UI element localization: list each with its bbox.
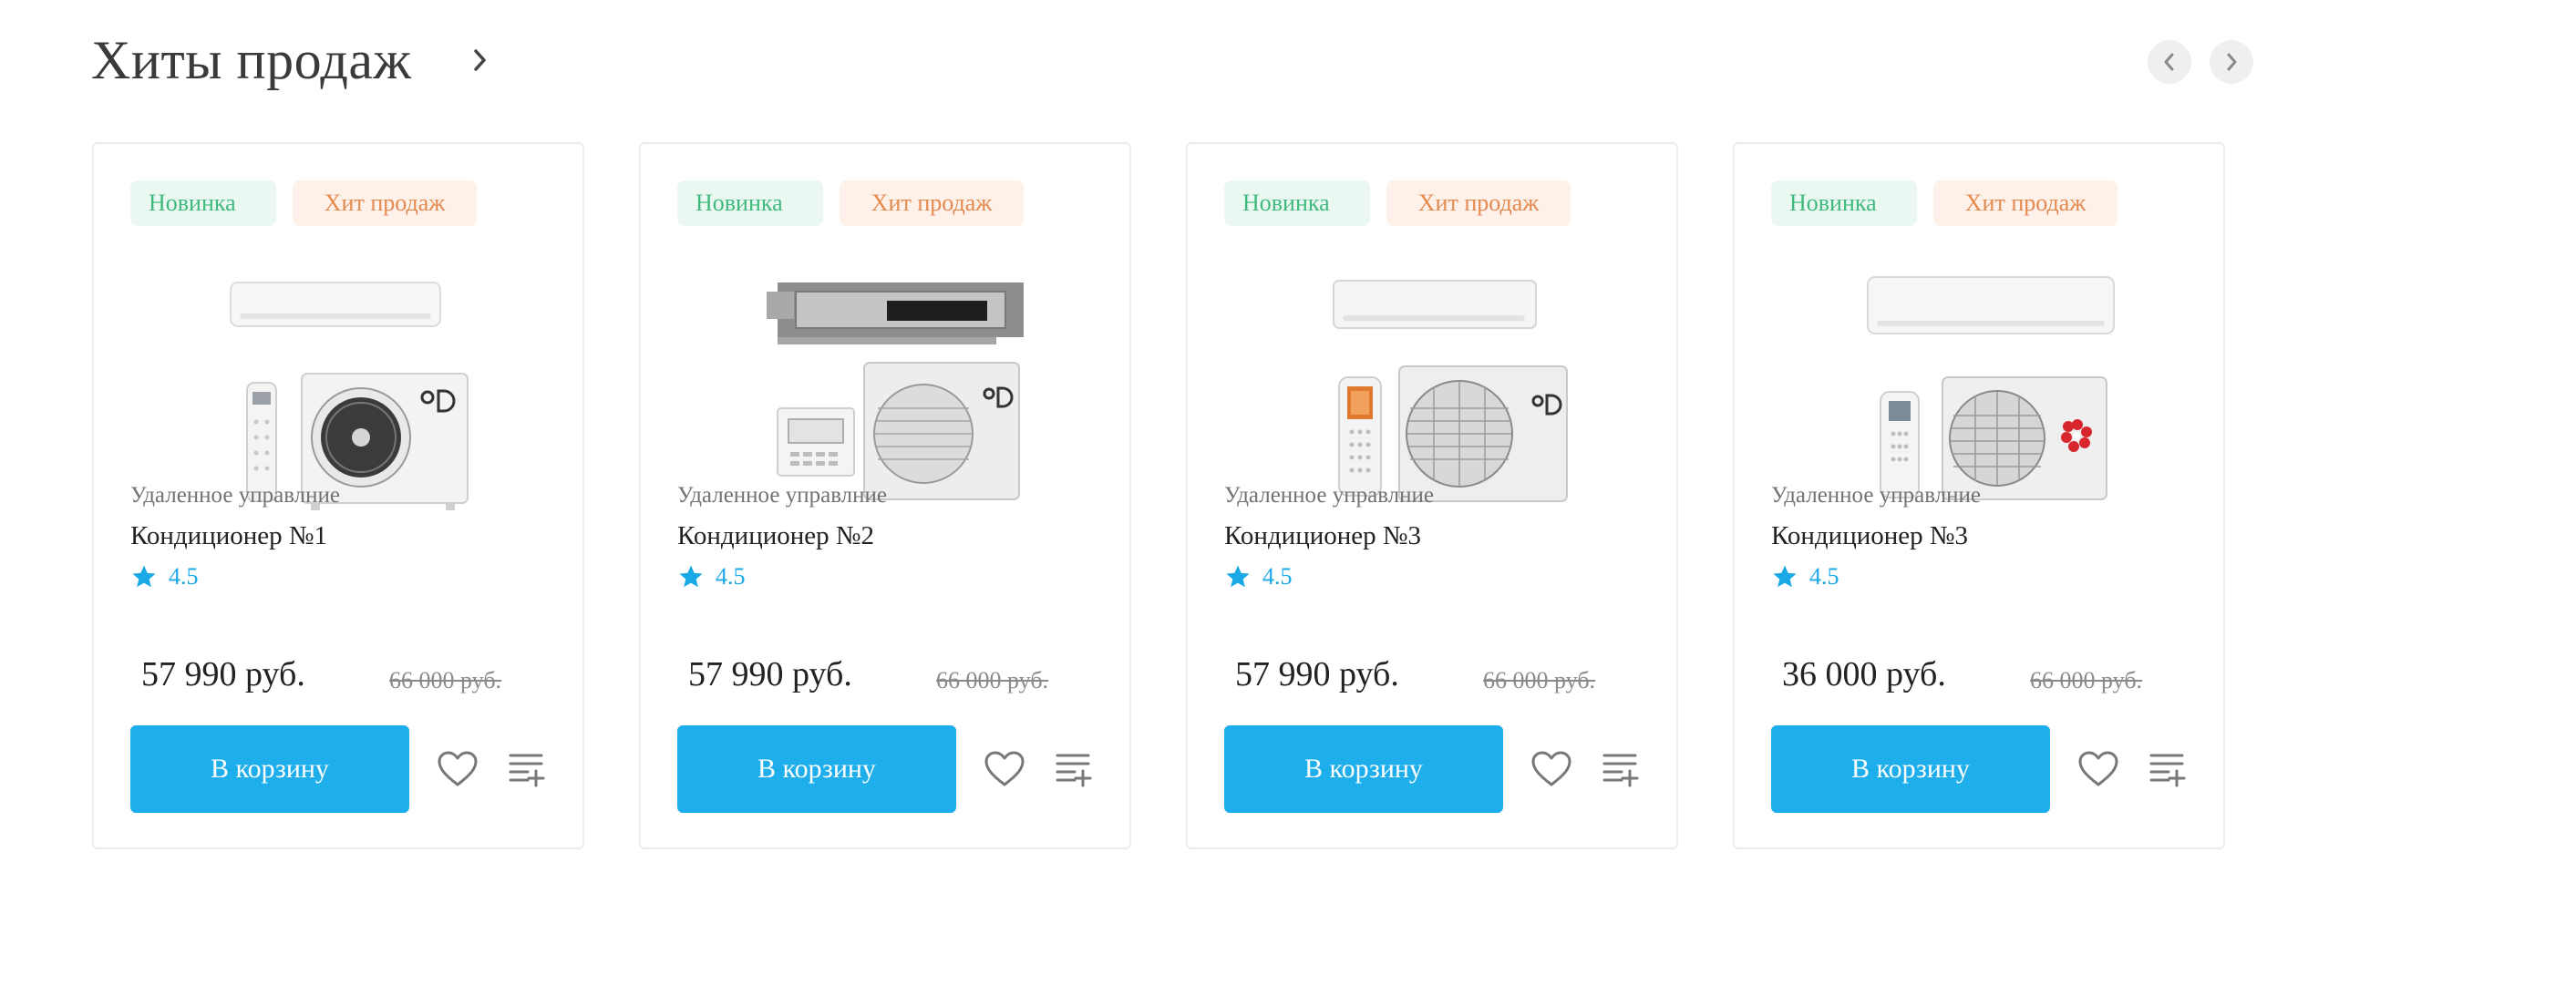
star-icon: [1773, 565, 1797, 588]
add-to-cart-button[interactable]: В корзину: [130, 725, 409, 813]
product-old-price: 66 000 руб.: [936, 667, 1049, 693]
heart-icon[interactable]: [982, 746, 1027, 792]
product-card[interactable]: Новинка Хит продаж Удаленное управлние К…: [1733, 142, 2225, 849]
badge-new: Новинка: [1771, 180, 1917, 226]
heart-icon[interactable]: [1529, 746, 1574, 792]
badge-new: Новинка: [677, 180, 823, 226]
star-icon: [1226, 565, 1250, 588]
price-row: 36 000 руб. 66 000 руб.: [1780, 654, 2181, 700]
product-price: 57 990 руб.: [1235, 655, 1399, 693]
badge-hit: Хит продаж: [840, 180, 1024, 226]
price-row: 57 990 руб. 66 000 руб.: [139, 654, 541, 700]
product-card[interactable]: Новинка Хит продаж Удаленное управлние К…: [92, 142, 584, 849]
product-rating: 4.5: [130, 563, 199, 591]
rating-value: 4.5: [169, 563, 199, 590]
product-actions: В корзину: [130, 725, 550, 813]
product-rating: 4.5: [677, 563, 746, 591]
badge-new: Новинка: [1224, 180, 1370, 226]
price-row: 57 990 руб. 66 000 руб.: [686, 654, 1087, 700]
badges: Новинка Хит продаж: [677, 180, 1024, 226]
product-rating: 4.5: [1771, 563, 1839, 591]
chevron-right-icon[interactable]: [462, 42, 499, 78]
product-actions: В корзину: [677, 725, 1097, 813]
product-old-price: 66 000 руб.: [1483, 667, 1596, 693]
heart-icon[interactable]: [435, 746, 480, 792]
product-name[interactable]: Кондиционер №3: [1224, 521, 1421, 551]
product-category: Удаленное управлние: [1224, 483, 1434, 508]
product-price: 57 990 руб.: [688, 655, 852, 693]
chevron-left-icon: [2164, 53, 2174, 71]
product-card[interactable]: Новинка Хит продаж Удаленное управлние К…: [1186, 142, 1678, 849]
product-price: 57 990 руб.: [141, 655, 305, 693]
star-icon: [679, 565, 703, 588]
section-title: Хиты продаж: [91, 30, 412, 90]
product-actions: В корзину: [1224, 725, 1643, 813]
product-name[interactable]: Кондиционер №1: [130, 521, 327, 551]
rating-value: 4.5: [1262, 563, 1293, 590]
badge-hit: Хит продаж: [1933, 180, 2117, 226]
badges: Новинка Хит продаж: [130, 180, 477, 226]
badge-hit: Хит продаж: [1386, 180, 1571, 226]
heart-icon[interactable]: [2076, 746, 2121, 792]
compare-list-icon[interactable]: [1598, 746, 1643, 792]
compare-list-icon[interactable]: [1051, 746, 1097, 792]
badge-hit: Хит продаж: [293, 180, 477, 226]
badges: Новинка Хит продаж: [1224, 180, 1571, 226]
price-row: 57 990 руб. 66 000 руб.: [1233, 654, 1634, 700]
carousel-next-button[interactable]: [2210, 40, 2253, 84]
product-name[interactable]: Кондиционер №2: [677, 521, 874, 551]
star-icon: [132, 565, 156, 588]
product-category: Удаленное управлние: [1771, 483, 1981, 508]
add-to-cart-button[interactable]: В корзину: [1224, 725, 1503, 813]
product-price: 36 000 руб.: [1782, 655, 1946, 693]
compare-list-icon[interactable]: [504, 746, 550, 792]
compare-list-icon[interactable]: [2145, 746, 2190, 792]
rating-value: 4.5: [1809, 563, 1839, 590]
badges: Новинка Хит продаж: [1771, 180, 2117, 226]
product-actions: В корзину: [1771, 725, 2190, 813]
product-name[interactable]: Кондиционер №3: [1771, 521, 1968, 551]
product-rating: 4.5: [1224, 563, 1293, 591]
carousel-prev-button[interactable]: [2148, 40, 2191, 84]
product-category: Удаленное управлние: [130, 483, 340, 508]
badge-new: Новинка: [130, 180, 276, 226]
add-to-cart-button[interactable]: В корзину: [1771, 725, 2050, 813]
add-to-cart-button[interactable]: В корзину: [677, 725, 956, 813]
product-category: Удаленное управлние: [677, 483, 887, 508]
rating-value: 4.5: [716, 563, 746, 590]
product-old-price: 66 000 руб.: [2030, 667, 2143, 693]
carousel-nav: [2148, 40, 2253, 84]
product-list: Новинка Хит продаж Удаленное управлние К…: [92, 142, 2225, 849]
bestsellers-section: Хиты продаж Новинка Хит продаж Удаленное…: [0, 0, 2576, 986]
chevron-right-icon: [2227, 53, 2237, 71]
product-old-price: 66 000 руб.: [389, 667, 502, 693]
section-header: Хиты продаж: [91, 27, 499, 93]
product-card[interactable]: Новинка Хит продаж Удаленное управлние К…: [639, 142, 1131, 849]
